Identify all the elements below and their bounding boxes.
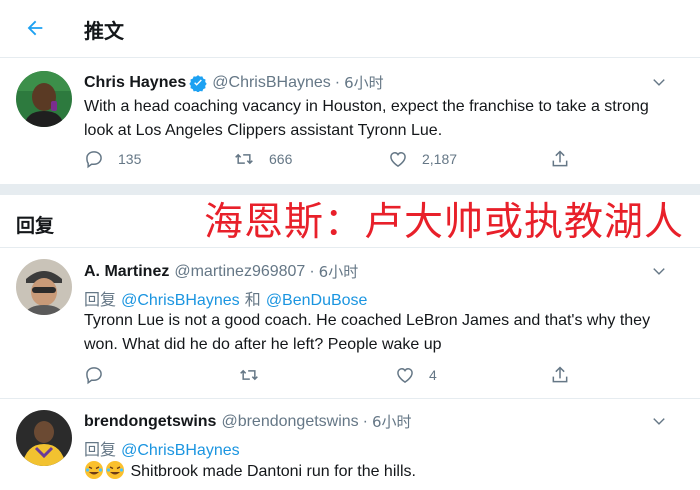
reply-button[interactable]: 135 <box>84 149 141 169</box>
more-options-button[interactable] <box>648 410 670 432</box>
share-button[interactable] <box>550 149 570 169</box>
arrow-left-icon <box>27 20 43 36</box>
reply-button[interactable] <box>84 365 104 385</box>
chevron-down-icon <box>653 268 665 275</box>
verified-badge-icon <box>189 74 207 92</box>
heart-icon <box>397 367 413 383</box>
avatar[interactable] <box>16 410 72 466</box>
heart-icon <box>390 151 406 167</box>
replying-to: 回复 @ChrisBHaynes <box>84 436 240 460</box>
rolling-on-floor-laughing-emoji <box>106 461 124 479</box>
tweet-text: Shitbrook made Dantoni run for the hills… <box>130 463 416 480</box>
more-options-button[interactable] <box>648 71 670 93</box>
reply-tweet[interactable]: A. Martinez @martinez969807 · 6小时 回复 @Ch… <box>0 248 700 398</box>
author-handle[interactable]: @martinez969807 <box>174 263 305 281</box>
avatar[interactable] <box>16 259 72 315</box>
share-button[interactable] <box>550 365 570 385</box>
rolling-on-floor-laughing-emoji <box>85 461 103 479</box>
mention-link[interactable]: @ChrisBHaynes <box>121 442 240 459</box>
separator-dot: · <box>362 412 368 430</box>
share-icon <box>552 366 568 383</box>
reply-icon <box>86 367 102 385</box>
like-count: 4 <box>429 367 437 383</box>
avatar[interactable] <box>16 71 72 127</box>
tweet-actions: 135 666 2,187 <box>84 149 584 173</box>
replying-to-label: 回复 <box>84 440 117 459</box>
author-handle[interactable]: @brendongetswins <box>221 413 358 431</box>
timestamp[interactable]: 6小时 <box>319 261 359 282</box>
separator-dot: · <box>309 262 315 280</box>
retweet-icon <box>240 369 258 381</box>
tweet-text: With a head coaching vacancy in Houston,… <box>84 98 649 139</box>
chevron-down-icon <box>653 418 665 425</box>
separator-dot: · <box>334 73 341 91</box>
back-button[interactable] <box>20 13 50 43</box>
retweet-button[interactable]: 666 <box>233 149 292 169</box>
mention-link[interactable]: @BenDuBose <box>266 292 368 309</box>
retweet-icon <box>235 153 253 165</box>
tweet-actions: 4 <box>84 365 584 389</box>
conjunction: 和 <box>244 290 261 309</box>
author-handle[interactable]: @ChrisBHaynes <box>212 74 331 92</box>
like-button[interactable]: 4 <box>395 365 437 385</box>
overlay-caption: 海恩斯：卢大帅或执教湖人 <box>204 200 685 245</box>
author-name[interactable]: A. Martinez <box>84 263 169 281</box>
replying-to-label: 回复 <box>84 290 117 309</box>
author-name[interactable]: Chris Haynes <box>84 74 186 92</box>
retweet-button[interactable] <box>238 365 260 385</box>
main-tweet[interactable]: Chris Haynes @ChrisBHaynes · 6小时 With a … <box>0 59 700 184</box>
timestamp[interactable]: 6小时 <box>344 72 384 93</box>
share-icon <box>552 150 568 167</box>
top-bar: 推文 <box>0 0 700 58</box>
reply-count: 135 <box>118 151 142 167</box>
author-name[interactable]: brendongetswins <box>84 413 216 431</box>
tweet-text-row: Shitbrook made Dantoni run for the hills… <box>84 460 674 484</box>
retweet-count: 666 <box>269 151 293 167</box>
timestamp[interactable]: 6小时 <box>372 411 412 432</box>
replying-to: 回复 @ChrisBHaynes 和 @BenDuBose <box>84 286 367 310</box>
chevron-down-icon <box>653 79 665 86</box>
page-title: 推文 <box>84 19 124 43</box>
more-options-button[interactable] <box>648 260 670 282</box>
replies-heading: 回复 <box>16 215 55 237</box>
mention-link[interactable]: @ChrisBHaynes <box>121 292 240 309</box>
like-count: 2,187 <box>422 151 458 167</box>
reply-tweet[interactable]: brendongetswins @brendongetswins · 6小时 回… <box>0 399 700 490</box>
like-button[interactable]: 2,187 <box>388 149 457 169</box>
tweet-text: Tyronn Lue is not a good coach. He coach… <box>84 312 651 353</box>
reply-icon <box>86 151 102 169</box>
